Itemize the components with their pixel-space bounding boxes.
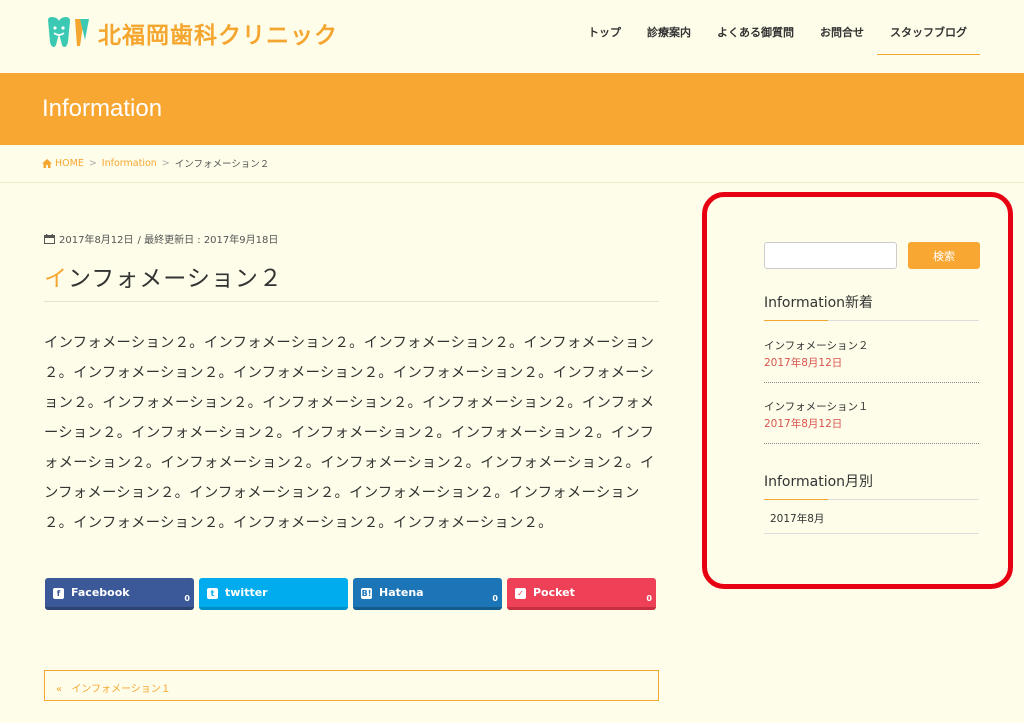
site-header: 北福岡歯科クリニック トップ 診療案内 よくある御質問 お問合せ スタッフブログ	[0, 0, 1024, 73]
hatena-share-button[interactable]: B! Hatena 0	[353, 578, 502, 610]
recent-divider	[764, 443, 979, 444]
pocket-icon: ✓	[515, 588, 526, 599]
pocket-count: 0	[646, 594, 652, 603]
nav-staff-blog[interactable]: スタッフブログ	[877, 20, 980, 55]
title-divider	[44, 301, 659, 302]
archive-title: Information月別	[764, 474, 874, 490]
breadcrumb-separator: >	[161, 157, 170, 169]
twitter-icon: t	[207, 588, 218, 599]
post-date: 2017年8月12日	[59, 235, 134, 246]
nav-services[interactable]: 診療案内	[634, 20, 704, 55]
hatena-count: 0	[492, 594, 498, 603]
tooth-logo-icon	[48, 17, 89, 47]
facebook-icon: f	[53, 588, 64, 599]
twitter-share-button[interactable]: t twitter	[199, 578, 348, 610]
breadcrumb-current: インフォメーション２	[174, 159, 270, 170]
hatena-label: Hatena	[379, 586, 424, 599]
calendar-icon	[44, 233, 55, 244]
archive-item[interactable]: 2017年8月	[770, 511, 824, 526]
nav-contact[interactable]: お問合せ	[807, 20, 877, 55]
breadcrumb-separator: >	[88, 157, 97, 169]
pocket-share-button[interactable]: ✓ Pocket 0	[507, 578, 656, 610]
search-input[interactable]	[764, 242, 897, 269]
post-title-rest: ンフォメーション２	[68, 266, 283, 292]
nav-faq[interactable]: よくある御質問	[704, 20, 807, 55]
main-nav: トップ 診療案内 よくある御質問 お問合せ スタッフブログ	[575, 20, 980, 55]
search-button[interactable]: 検索	[908, 242, 980, 269]
post-meta: 2017年8月12日 / 最終更新日 : 2017年9月18日	[44, 231, 278, 246]
breadcrumb: HOME > Information > インフォメーション２	[42, 156, 269, 170]
recent-divider	[764, 382, 979, 383]
hatena-icon: B!	[361, 588, 372, 599]
post-updated-date: / 最終更新日 : 2017年9月18日	[137, 235, 279, 246]
breadcrumb-divider	[0, 182, 1024, 183]
recent-post-title[interactable]: インフォメーション２	[764, 338, 868, 353]
page-title: Information	[42, 95, 163, 122]
page-banner: Information	[0, 73, 1024, 145]
post-body: インフォメーション２。インフォメーション２。インフォメーション２。インフォメーシ…	[44, 335, 655, 531]
recent-post-title[interactable]: インフォメーション１	[764, 399, 868, 414]
recent-post-date: 2017年8月12日	[764, 357, 843, 369]
facebook-label: Facebook	[71, 586, 130, 599]
archive-title-underline	[764, 499, 979, 500]
twitter-label: twitter	[225, 586, 268, 599]
recent-title-underline	[764, 320, 979, 321]
pocket-label: Pocket	[533, 586, 575, 599]
nav-top[interactable]: トップ	[575, 20, 634, 55]
recent-post-date: 2017年8月12日	[764, 418, 843, 430]
site-name: 北福岡歯科クリニック	[98, 23, 338, 49]
archive-divider	[764, 533, 979, 534]
prev-post-link[interactable]: « インフォメーション１	[44, 670, 659, 701]
breadcrumb-section[interactable]: Information	[102, 158, 157, 169]
prev-arrow-icon: «	[56, 684, 63, 695]
home-icon	[42, 158, 52, 168]
facebook-share-button[interactable]: f Facebook 0	[45, 578, 194, 610]
facebook-count: 0	[184, 594, 190, 603]
recent-posts-title: Information新着	[764, 295, 874, 311]
post-title: インフォメーション２	[44, 259, 283, 293]
breadcrumb-home[interactable]: HOME	[55, 158, 84, 169]
site-logo[interactable]: 北福岡歯科クリニック	[44, 16, 338, 50]
prev-post-title: インフォメーション１	[71, 684, 171, 695]
post-title-first-char: イ	[44, 266, 68, 292]
